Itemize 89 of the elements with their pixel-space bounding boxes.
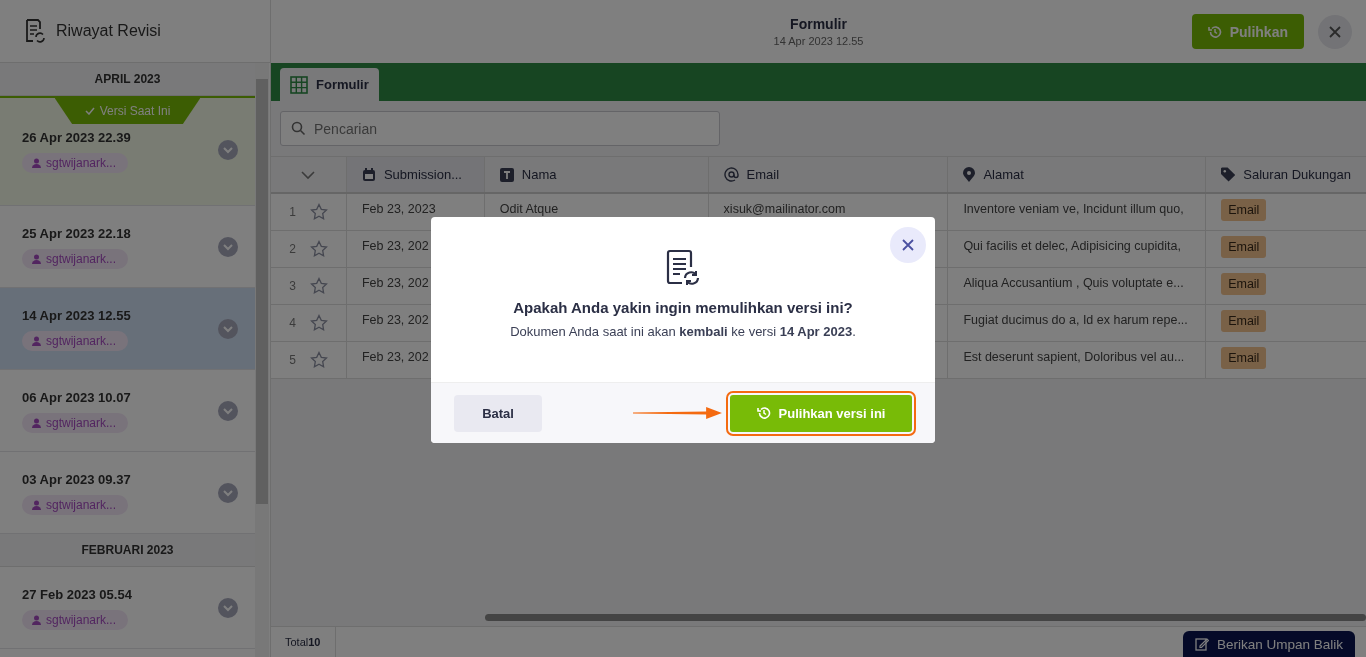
chevron-down-icon[interactable]	[301, 169, 316, 180]
star-icon[interactable]	[309, 203, 328, 221]
document-refresh-icon	[24, 19, 46, 43]
column-header[interactable]: Email	[746, 167, 780, 182]
revision-date: 14 Apr 2023 12.55	[22, 307, 131, 323]
channel-tag: Email	[1221, 236, 1267, 258]
revision-date: 27 Feb 2023 05.54	[22, 586, 132, 602]
month-header: FEBRUARI 2023	[0, 534, 255, 567]
channel-tag: Email	[1221, 273, 1267, 295]
close-button[interactable]	[1318, 14, 1352, 49]
table-cell: Est deserunt sapient, Doloribus vel au...	[963, 350, 1185, 364]
close-icon	[1328, 24, 1342, 39]
user-tag: sgtwijanark...	[22, 330, 129, 351]
grid-icon	[290, 75, 308, 94]
month-header: APRIL 2023	[0, 63, 255, 96]
chevron-down-icon[interactable]	[218, 319, 238, 339]
document-title: Formulir	[790, 16, 847, 32]
table-cell: xisuk@mailinator.com	[723, 202, 846, 216]
location-pin-icon	[963, 167, 976, 182]
row-number: 4	[289, 316, 296, 330]
calendar-icon	[361, 167, 376, 182]
dialog-title: Apakah Anda yakin ingin memulihkan versi ini?	[513, 299, 853, 316]
dialog-message: Dokumen Anda saat ini akan kembali ke versi 14 Apr 2023.	[510, 324, 856, 339]
history-icon	[1207, 24, 1222, 39]
revision-date: 06 Apr 2023 10.07	[22, 389, 131, 405]
search-icon	[291, 121, 306, 136]
row-number: 2	[289, 242, 296, 256]
table-cell: Feb 23, 202	[361, 239, 429, 253]
table-cell: Odit Atque	[499, 202, 559, 216]
table-cell: Inventore veniam ve, Incidunt illum quo,	[963, 202, 1184, 216]
chevron-down-icon[interactable]	[218, 237, 238, 257]
revision-item[interactable]: 14 Apr 2023 12.55 sgtwijanark...	[0, 288, 255, 370]
chevron-down-icon[interactable]	[218, 598, 238, 618]
table-cell: Qui facilis et delec, Adipisicing cupidita,	[963, 239, 1181, 253]
channel-tag: Email	[1221, 347, 1267, 369]
version-date: 14 Apr 2023 12.55	[773, 35, 864, 47]
table-cell: Feb 23, 202	[361, 276, 429, 290]
document-refresh-icon	[665, 249, 701, 287]
column-header[interactable]: Nama	[521, 167, 557, 182]
text-icon	[499, 167, 514, 182]
current-version-badge: Versi Saat Ini	[54, 98, 201, 124]
user-icon	[32, 253, 41, 264]
chevron-down-icon[interactable]	[218, 483, 238, 503]
sheet-tab[interactable]: Formulir	[280, 68, 379, 101]
close-icon	[901, 238, 915, 252]
user-tag: sgtwijanark...	[22, 412, 129, 433]
close-button[interactable]	[890, 227, 926, 263]
table-cell: Fugiat ducimus do a, Id ex harum repe...	[963, 313, 1188, 327]
user-tag: sgtwijanark...	[22, 153, 129, 173]
revision-item[interactable]: Versi Saat Ini 26 Apr 2023 22.39 sgtwijanark...	[0, 96, 255, 206]
user-icon	[32, 499, 41, 510]
channel-tag: Email	[1221, 310, 1267, 332]
row-number: 3	[289, 279, 296, 293]
check-icon	[84, 107, 95, 115]
edit-icon	[1194, 637, 1209, 651]
channel-tag: Email	[1221, 199, 1267, 221]
table-cell: Feb 23, 202	[361, 350, 429, 364]
chevron-down-icon[interactable]	[218, 401, 238, 421]
cancel-button[interactable]: Batal	[454, 394, 543, 432]
sidebar-title: Riwayat Revisi	[56, 22, 161, 40]
table-cell: Feb 23, 2023	[361, 202, 436, 216]
at-sign-icon	[723, 167, 739, 182]
user-icon	[32, 335, 41, 346]
star-icon[interactable]	[309, 277, 328, 295]
star-icon[interactable]	[309, 314, 328, 332]
column-header[interactable]: Alamat	[983, 167, 1024, 182]
row-number: 5	[289, 353, 296, 367]
table-cell: Aliqua Accusantium , Quis voluptate e...	[963, 276, 1184, 290]
feedback-button[interactable]: Berikan Umpan Balik	[1182, 631, 1355, 657]
history-icon	[756, 406, 771, 420]
user-icon	[32, 614, 41, 625]
star-icon[interactable]	[309, 240, 328, 258]
user-icon	[32, 417, 41, 428]
revision-date: 03 Apr 2023 09.37	[22, 471, 131, 487]
user-tag: sgtwijanark...	[22, 494, 129, 515]
row-number: 1	[289, 205, 296, 219]
revision-date: 25 Apr 2023 22.18	[22, 225, 131, 241]
user-icon	[32, 158, 41, 168]
search-field[interactable]: Pencarian	[280, 111, 720, 146]
tag-icon	[1221, 167, 1236, 182]
user-tag: sgtwijanark...	[22, 248, 129, 269]
total-count: Total10	[271, 627, 336, 657]
table-cell: Feb 23, 202	[361, 313, 429, 327]
user-tag: sgtwijanark...	[22, 609, 129, 630]
scrollbar[interactable]	[255, 63, 269, 657]
star-icon[interactable]	[309, 351, 328, 369]
revision-date: 26 Apr 2023 22.39	[22, 130, 131, 145]
chevron-down-icon[interactable]	[218, 140, 238, 160]
column-header[interactable]: Saluran Dukungan	[1243, 167, 1351, 182]
